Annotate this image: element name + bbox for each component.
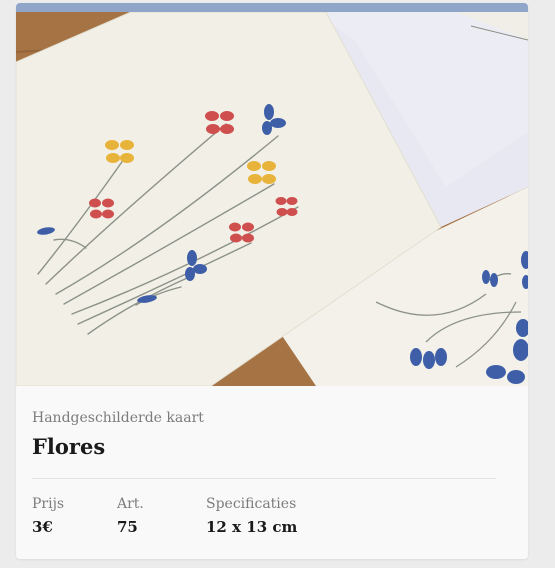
spec-article-label: Art. xyxy=(117,496,144,512)
spec-price-label: Prijs xyxy=(32,496,65,512)
product-subtitle: Handgeschilderde kaart xyxy=(32,410,204,426)
card-accent-bar xyxy=(16,3,528,12)
product-photo[interactable] xyxy=(16,12,528,386)
spec-article-value: 75 xyxy=(117,518,138,536)
spec-article: Art. 75 xyxy=(117,496,144,536)
product-title[interactable]: Flores xyxy=(32,434,105,459)
spec-dimensions-value: 12 x 13 cm xyxy=(206,518,298,536)
spec-dimensions-label: Specificaties xyxy=(206,496,297,512)
spec-price-value: 3€ xyxy=(32,518,53,536)
product-card[interactable]: Handgeschilderde kaart Flores Prijs 3€ A… xyxy=(16,3,528,559)
spec-dimensions: Specificaties 12 x 13 cm xyxy=(206,496,297,536)
divider xyxy=(32,478,496,479)
product-info: Handgeschilderde kaart Flores Prijs 3€ A… xyxy=(16,386,528,559)
spec-price: Prijs 3€ xyxy=(32,496,64,536)
